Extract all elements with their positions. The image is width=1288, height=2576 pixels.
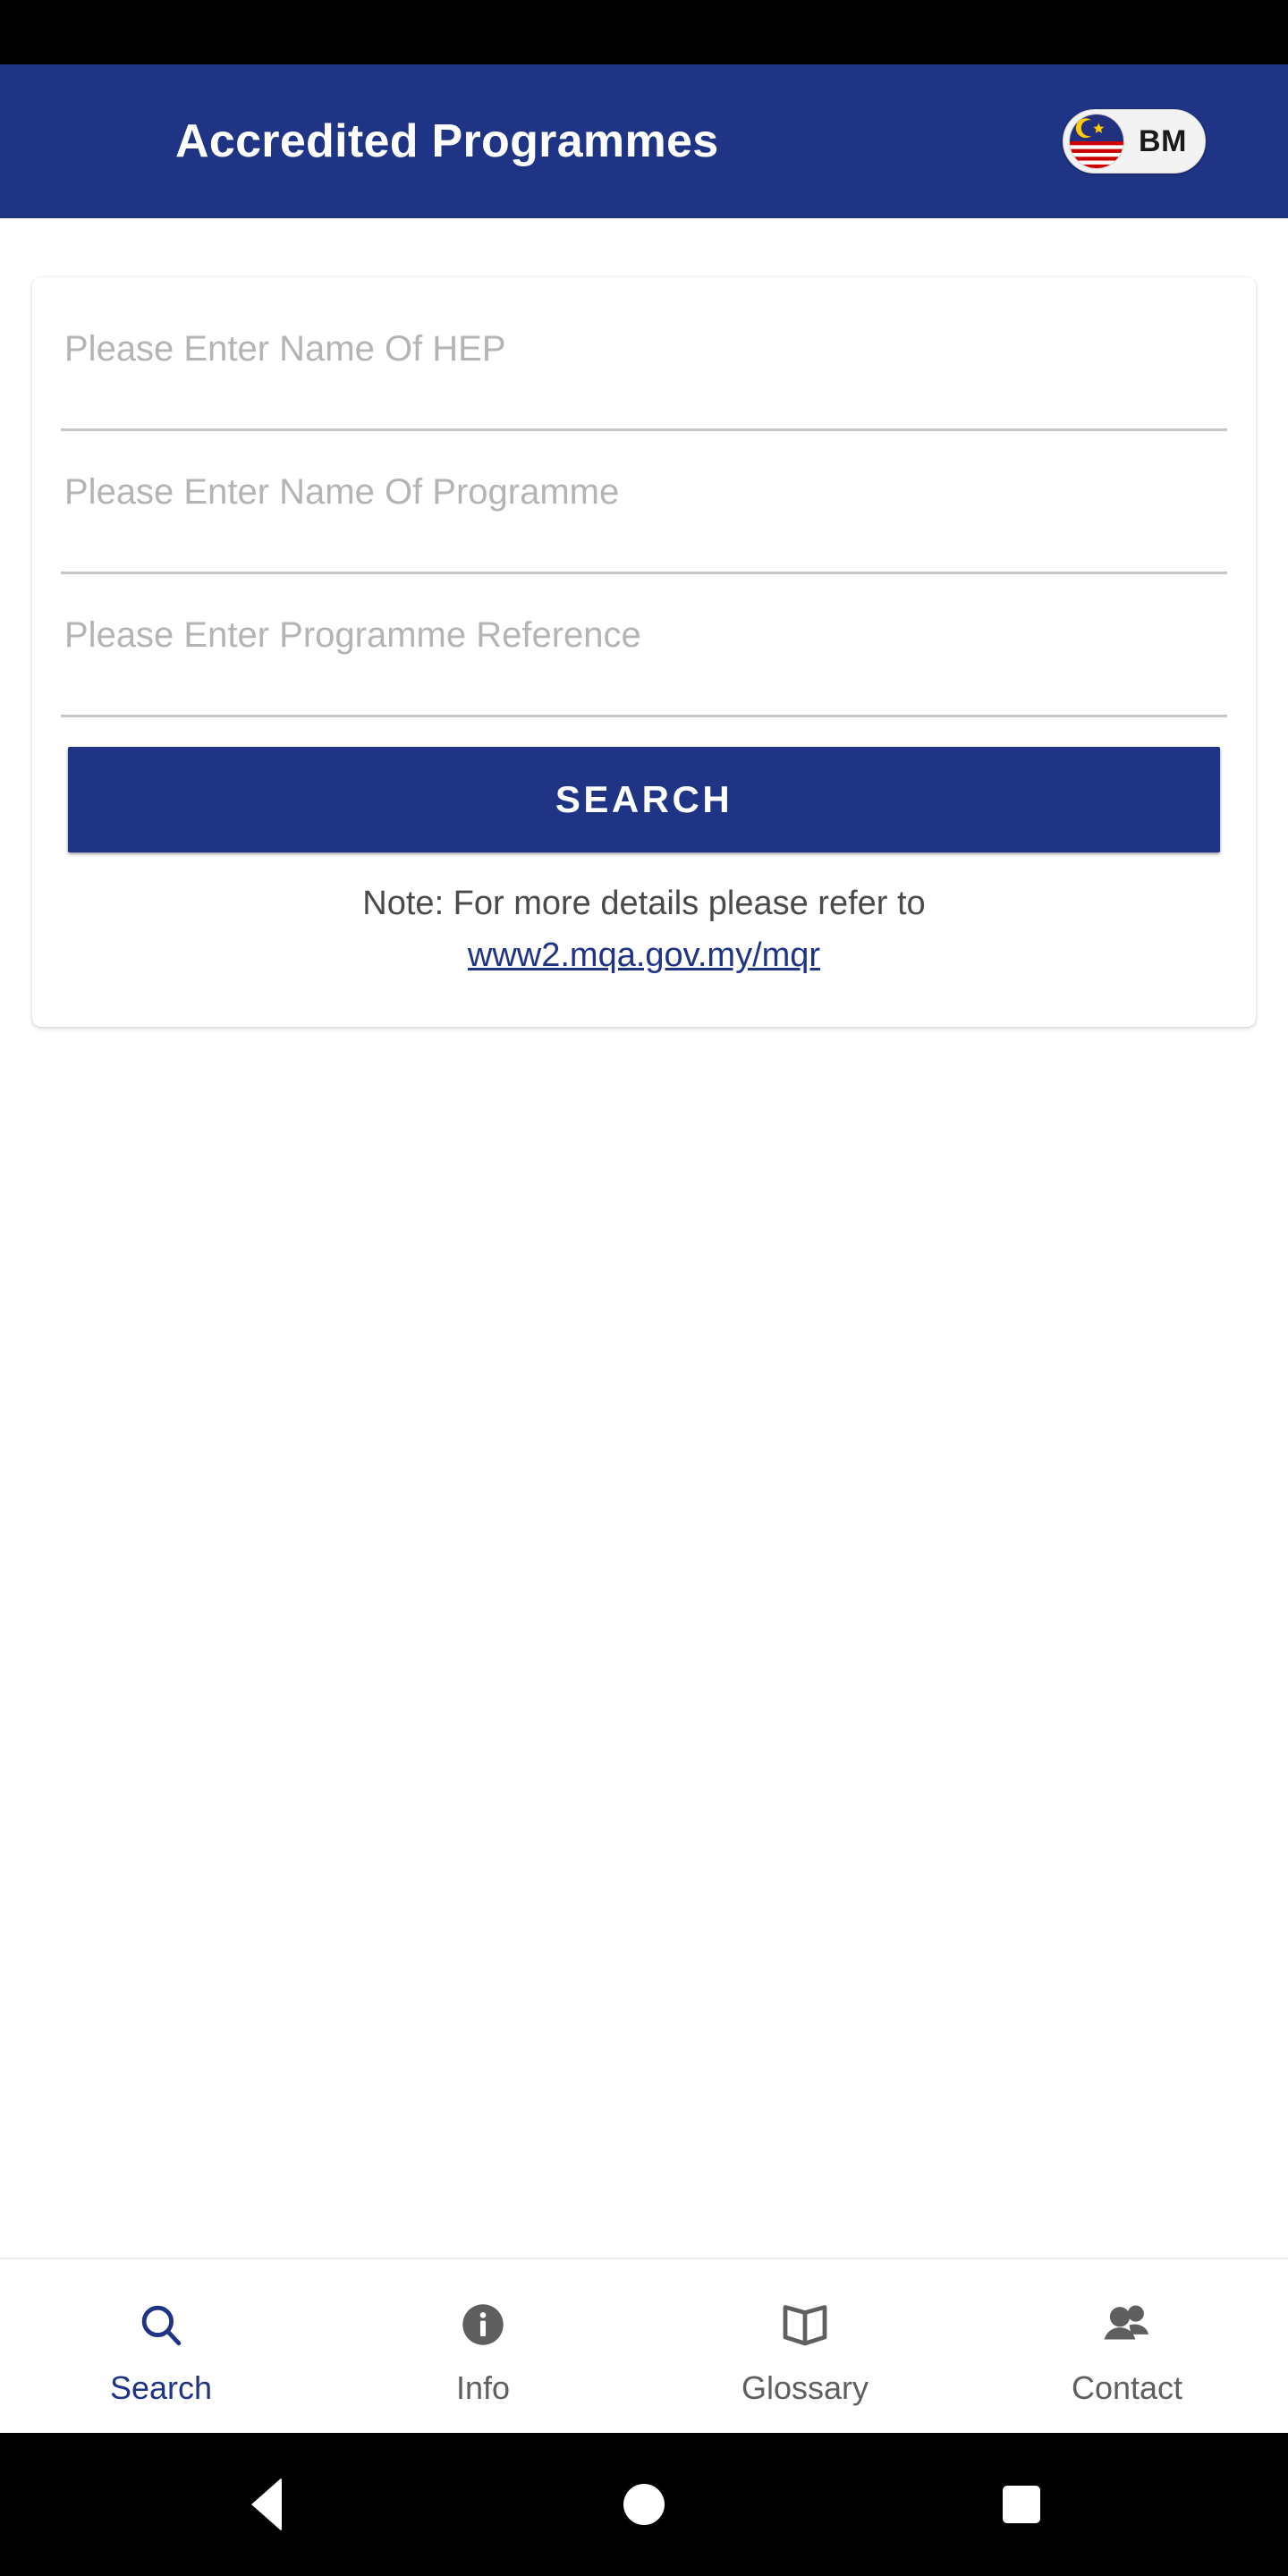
status-bar — [0, 0, 1288, 64]
language-toggle-label: BM — [1139, 123, 1187, 158]
main-content: SEARCH Note: For more details please ref… — [0, 218, 1288, 2258]
language-toggle-button[interactable]: BM — [1063, 109, 1206, 174]
system-recents-button[interactable] — [950, 2433, 1093, 2576]
search-form-card: SEARCH Note: For more details please ref… — [32, 277, 1256, 1027]
android-system-navigation — [0, 2433, 1288, 2576]
nav-tab-contact-label: Contact — [1071, 2369, 1183, 2406]
programme-reference-field-wrapper — [61, 574, 1227, 717]
info-icon — [457, 2293, 509, 2356]
bottom-navigation-bar: Search Info Glossary Contact — [0, 2258, 1288, 2433]
programme-input[interactable] — [61, 431, 1227, 572]
programme-reference-field-underline — [61, 715, 1227, 717]
malaysia-flag-icon — [1069, 114, 1124, 169]
programme-field-wrapper — [61, 431, 1227, 574]
note-block: Note: For more details please refer to w… — [32, 878, 1256, 980]
people-icon — [1099, 2293, 1155, 2356]
system-home-button[interactable] — [572, 2433, 716, 2576]
app-bar: Accredited Programmes BM — [0, 64, 1288, 218]
nav-tab-glossary-label: Glossary — [741, 2369, 869, 2406]
recents-square-icon — [1003, 2486, 1040, 2523]
nav-tab-contact[interactable]: Contact — [966, 2259, 1288, 2433]
hep-input[interactable] — [61, 288, 1227, 429]
book-icon — [778, 2293, 832, 2356]
back-triangle-icon — [251, 2478, 282, 2531]
app-screen: Accredited Programmes BM Please Enter Na… — [0, 0, 1288, 2576]
programme-reference-input[interactable] — [61, 574, 1227, 716]
page-title: Accredited Programmes — [175, 115, 719, 167]
search-button[interactable]: SEARCH — [68, 747, 1220, 852]
nav-tab-search[interactable]: Search — [0, 2259, 322, 2433]
system-back-button[interactable] — [195, 2433, 338, 2576]
nav-tab-glossary[interactable]: Glossary — [644, 2259, 966, 2433]
note-text: Note: For more details please refer to — [362, 885, 926, 922]
nav-tab-info-label: Info — [455, 2369, 511, 2406]
home-circle-icon — [623, 2484, 665, 2525]
search-icon — [135, 2293, 187, 2356]
mqr-reference-link[interactable]: www2.mqa.gov.my/mqr — [468, 930, 820, 980]
nav-tab-info[interactable]: Info — [322, 2259, 644, 2433]
hep-field-wrapper — [61, 288, 1227, 431]
nav-tab-search-label: Search — [109, 2369, 213, 2406]
